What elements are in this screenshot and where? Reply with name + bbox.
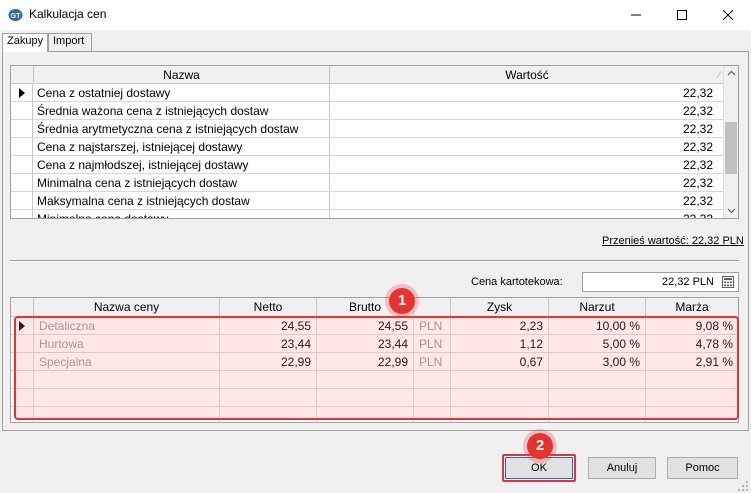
column-header-netto[interactable]: Netto xyxy=(220,298,317,317)
close-icon xyxy=(723,10,733,20)
column-header-price-name[interactable]: Nazwa ceny xyxy=(34,298,220,317)
table-row[interactable]: Cena z najstarszej, istniejącej dostawy … xyxy=(11,138,724,156)
table-row[interactable]: Średnia arytmetyczna cena z istniejących… xyxy=(11,120,724,138)
column-header-value-label: Wartość xyxy=(505,68,549,82)
grid-header: Nazwa ceny Netto Brutto Zysk Narzut Marż… xyxy=(11,298,738,317)
indicator-header xyxy=(11,66,34,84)
annotation-marker-2: 2 xyxy=(527,433,553,459)
row-name: Minimalna cena dostawy xyxy=(37,212,169,219)
annotation-highlight-grid xyxy=(14,316,739,420)
row-indicator xyxy=(11,174,33,192)
svg-text:GT: GT xyxy=(11,13,21,20)
row-value: 22,32 xyxy=(682,122,713,136)
window-title: Kalkulacja cen xyxy=(29,7,107,21)
column-header-name[interactable]: Nazwa xyxy=(34,66,330,84)
scroll-down-icon[interactable] xyxy=(727,206,736,215)
tab-zakupy[interactable]: Zakupy xyxy=(2,33,48,52)
maximize-button[interactable] xyxy=(659,0,705,30)
row-value: 22,32 xyxy=(682,140,713,154)
calculator-icon[interactable] xyxy=(722,276,734,288)
column-header-zysk[interactable]: Zysk xyxy=(451,298,549,317)
minimize-icon xyxy=(631,14,641,16)
maximize-icon xyxy=(677,10,687,20)
column-header-narzut[interactable]: Narzut xyxy=(549,298,646,317)
scroll-up-icon[interactable] xyxy=(727,69,736,78)
current-row-arrow-icon xyxy=(19,88,25,98)
cancel-button[interactable]: Anuluj xyxy=(588,457,656,479)
indicator-header xyxy=(11,298,34,317)
row-value: 22,32 xyxy=(682,176,713,190)
table-row[interactable]: Cena z ostatniej dostawy 22,32 xyxy=(11,84,724,102)
row-name: Minimalna cena z istniejących dostaw xyxy=(37,176,238,190)
grid-header: Nazwa Wartość ⁄ xyxy=(11,66,724,84)
close-button[interactable] xyxy=(705,0,751,30)
row-name: Cena z ostatniej dostawy xyxy=(37,86,171,100)
vertical-scrollbar[interactable] xyxy=(723,66,738,218)
card-price-value: 22,32 PLN xyxy=(662,276,714,288)
row-name: Maksymalna cena z istniejących dostaw xyxy=(37,194,250,208)
sort-icon: ⁄ xyxy=(718,70,720,80)
column-header-marza[interactable]: Marża xyxy=(646,298,738,317)
row-name: Cena z najmłodszej, istniejącej dostawy xyxy=(37,158,249,172)
help-button[interactable]: Pomoc xyxy=(667,457,738,479)
table-row[interactable]: Maksymalna cena z istniejących dostaw 22… xyxy=(11,192,724,210)
row-indicator xyxy=(11,84,33,102)
row-indicator xyxy=(11,102,33,120)
table-row[interactable]: Minimalna cena z istniejących dostaw 22,… xyxy=(11,174,724,192)
row-name: Średnia arytmetyczna cena z istniejących… xyxy=(37,122,299,136)
dialog-window: GT Kalkulacja cen Zakupy Import Nazwa Wa… xyxy=(0,0,751,493)
row-indicator xyxy=(11,210,33,218)
transfer-value-link[interactable]: Przenieś wartość: 22,32 PLN xyxy=(602,235,744,247)
table-row[interactable]: Średnia ważona cena z istniejących dosta… xyxy=(11,102,724,120)
price-source-grid[interactable]: Nazwa Wartość ⁄ Cena z ostatniej dostawy … xyxy=(10,65,739,219)
row-value: 22,32 xyxy=(682,86,713,100)
tab-import[interactable]: Import xyxy=(48,33,92,51)
row-indicator xyxy=(11,120,33,138)
card-price-label: Cena kartotekowa: xyxy=(471,276,563,288)
card-price-field[interactable]: 22,32 PLN xyxy=(582,272,739,292)
column-header-currency xyxy=(414,298,451,317)
row-indicator xyxy=(11,192,33,210)
scrollbar-thumb[interactable] xyxy=(725,122,737,174)
row-value: 22,32 xyxy=(682,104,713,118)
row-indicator xyxy=(11,138,33,156)
resize-grip-icon[interactable] xyxy=(737,480,749,492)
app-logo-icon: GT xyxy=(8,9,23,21)
section-divider xyxy=(10,260,739,262)
minimize-button[interactable] xyxy=(613,0,659,30)
row-name: Średnia ważona cena z istniejących dosta… xyxy=(37,104,269,118)
annotation-marker-1: 1 xyxy=(389,288,415,314)
row-value: 22,32 xyxy=(682,194,713,208)
row-value: 22,32 xyxy=(682,158,713,172)
row-indicator xyxy=(11,156,33,174)
table-row[interactable]: Cena z najmłodszej, istniejącej dostawy … xyxy=(11,156,724,174)
table-row[interactable]: Minimalna cena dostawy 22,32 xyxy=(11,210,724,219)
title-bar: GT Kalkulacja cen xyxy=(0,0,751,30)
row-name: Cena z najstarszej, istniejącej dostawy xyxy=(37,140,243,154)
row-value: 22,32 xyxy=(682,212,713,219)
column-header-value[interactable]: Wartość ⁄ xyxy=(330,66,724,84)
